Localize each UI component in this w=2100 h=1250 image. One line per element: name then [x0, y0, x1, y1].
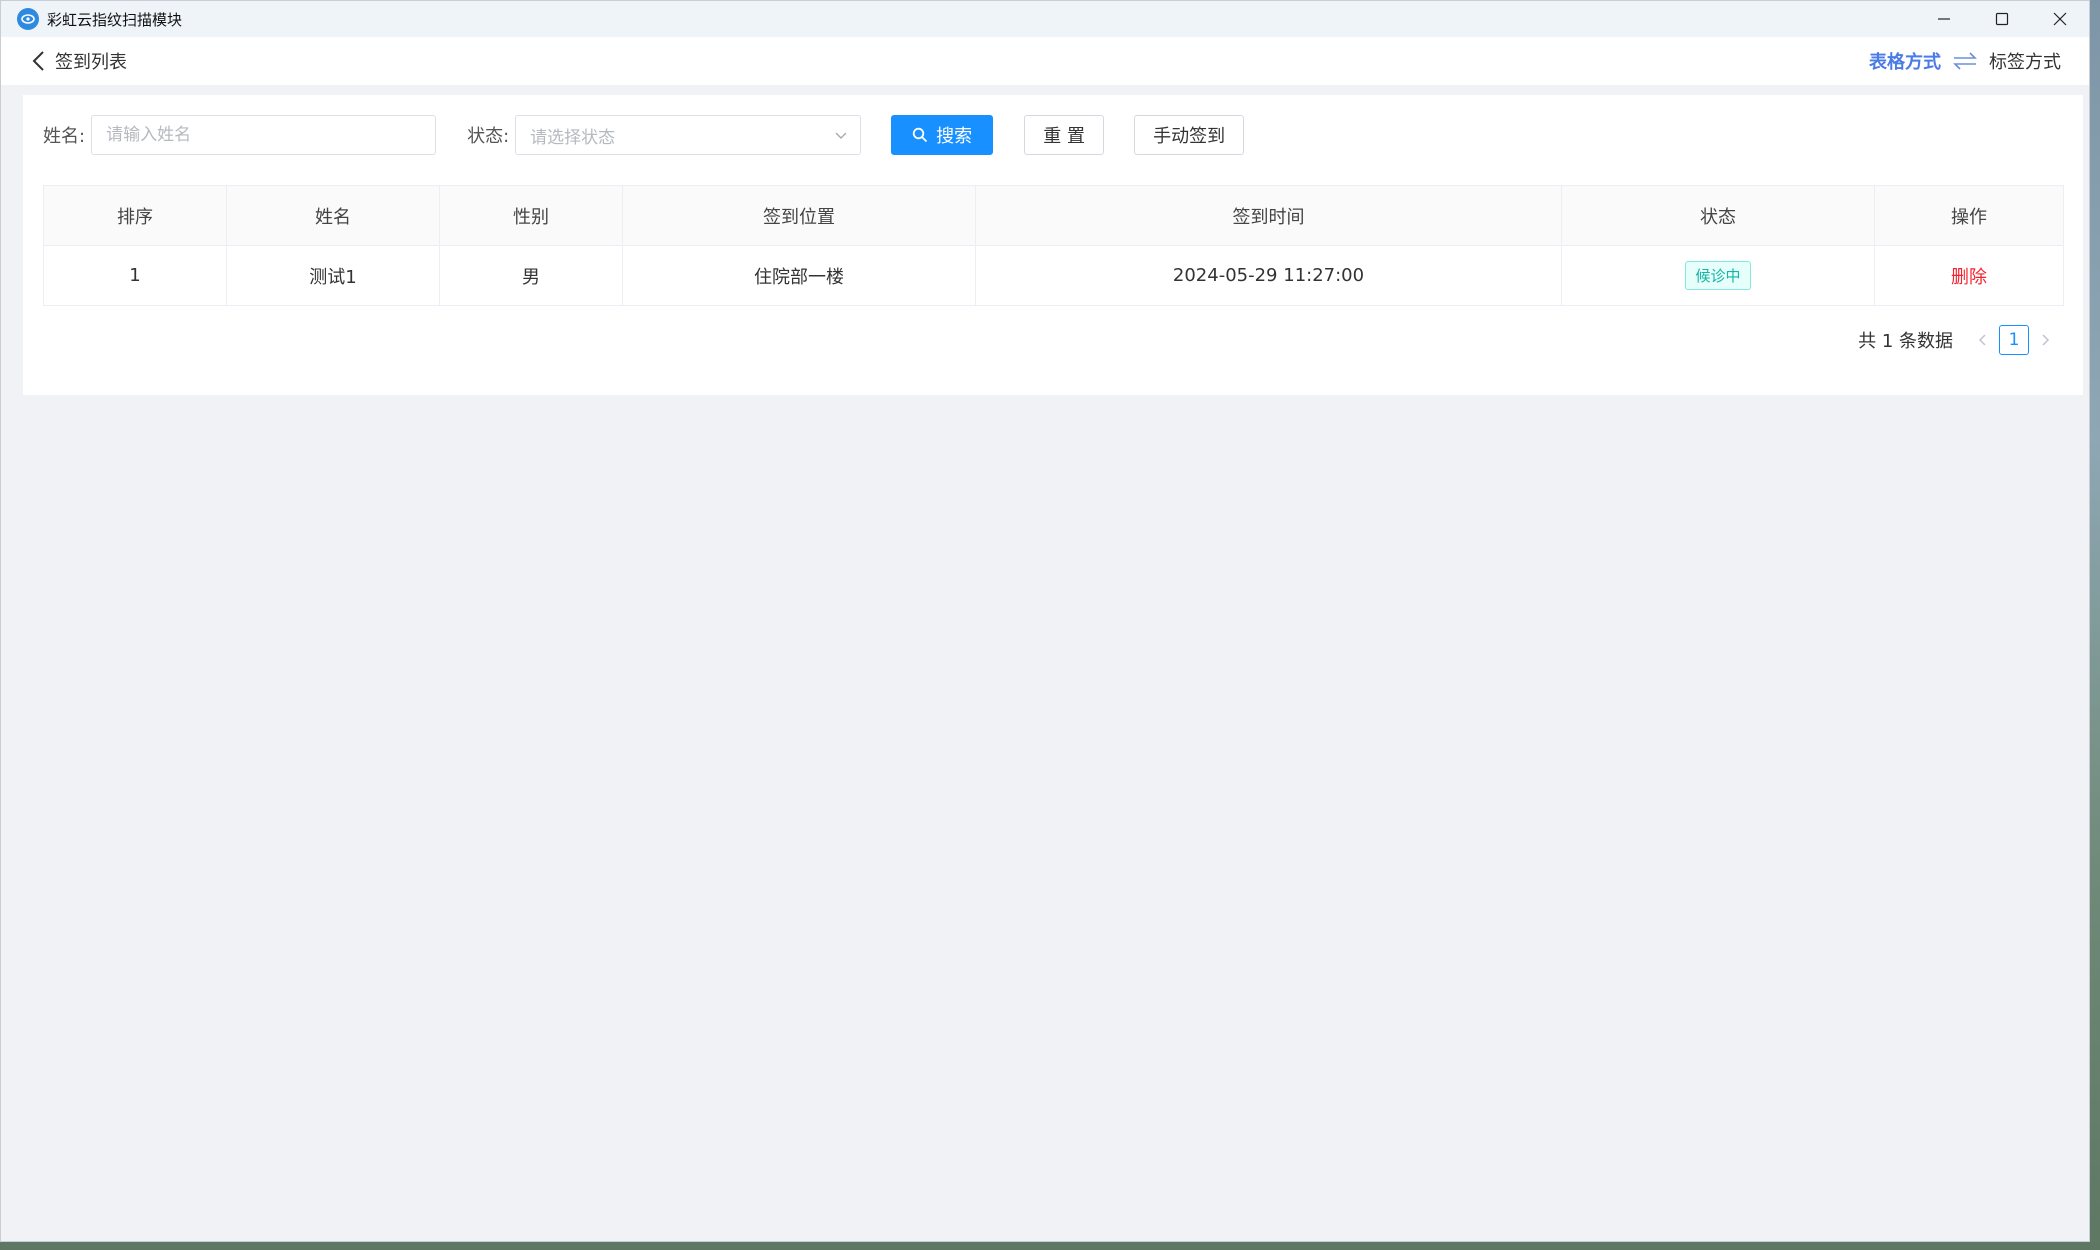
column-header-action: 操作: [1874, 185, 2064, 246]
prev-page-button[interactable]: [1971, 333, 1993, 347]
swap-arrows-icon[interactable]: [1953, 52, 1977, 70]
column-header-time: 签到时间: [975, 185, 1562, 246]
window-controls: [1915, 1, 2089, 37]
delete-link[interactable]: 删除: [1951, 267, 1987, 288]
chevron-left-icon: [1978, 334, 1986, 346]
close-button[interactable]: [2031, 1, 2089, 37]
table-header-row: 排序 姓名 性别 签到位置 签到时间 状态 操作: [43, 185, 2064, 246]
total-count: 共 1 条数据: [1858, 331, 1953, 352]
name-label: 姓名:: [43, 126, 86, 147]
cell-status: 候诊中: [1561, 245, 1875, 306]
search-bar: 姓名: 状态: 请选择状态 搜索 重 置 手动签到: [43, 115, 1245, 155]
view-table-tab[interactable]: 表格方式: [1869, 48, 1941, 74]
status-badge: 候诊中: [1685, 261, 1751, 290]
pagination: 共 1 条数据 1: [1858, 325, 2057, 355]
page-header: 签到列表 表格方式 标签方式: [1, 37, 2089, 85]
minimize-icon: [1938, 18, 1950, 20]
maximize-icon: [1995, 12, 2009, 26]
table-row: 1 测试1 男 住院部一楼 2024-05-29 11:27:00 候诊中 删除: [43, 245, 2064, 306]
status-select-placeholder: 请选择状态: [530, 127, 616, 148]
cell-gender: 男: [439, 245, 623, 306]
next-page-button[interactable]: [2035, 333, 2057, 347]
manual-checkin-button-label: 手动签到: [1153, 126, 1226, 147]
app-window: 彩虹云指纹扫描模块 签到列表 表格方式 标签方式 姓名: 请输入姓名 状态: 请…: [0, 0, 2090, 1242]
column-header-index: 排序: [43, 185, 227, 246]
search-button[interactable]: 搜索: [891, 115, 994, 155]
cell-time: 2024-05-29 11:27:00: [975, 245, 1562, 306]
app-logo-icon: [17, 8, 39, 30]
close-icon: [2053, 12, 2067, 26]
name-input[interactable]: [91, 115, 437, 155]
window-title: 彩虹云指纹扫描模块: [47, 10, 183, 29]
reset-button[interactable]: 重 置: [1024, 115, 1105, 155]
column-header-location: 签到位置: [622, 185, 976, 246]
chevron-left-icon: [32, 51, 44, 71]
chevron-down-icon: [834, 128, 848, 148]
manual-checkin-button[interactable]: 手动签到: [1134, 115, 1245, 155]
cell-action: 删除: [1874, 245, 2064, 306]
page-number-current[interactable]: 1: [1999, 325, 2029, 355]
column-header-name: 姓名: [226, 185, 440, 246]
status-select[interactable]: 请选择状态: [515, 115, 862, 155]
column-header-status: 状态: [1561, 185, 1875, 246]
title-bar: 彩虹云指纹扫描模块: [1, 1, 2089, 37]
back-button[interactable]: [31, 47, 51, 75]
maximize-button[interactable]: [1973, 1, 2031, 37]
chevron-right-icon: [2042, 334, 2050, 346]
search-icon: [912, 127, 928, 143]
minimize-button[interactable]: [1915, 1, 1973, 37]
view-switch: 表格方式 标签方式: [1869, 37, 2061, 85]
cell-index: 1: [43, 245, 227, 306]
page-title[interactable]: 签到列表: [55, 48, 127, 74]
cell-location: 住院部一楼: [622, 245, 976, 306]
status-label: 状态:: [467, 126, 510, 147]
checkin-table: 排序 姓名 性别 签到位置 签到时间 状态 操作 1 测试1 男 住院部一楼 2…: [43, 185, 2064, 306]
column-header-gender: 性别: [439, 185, 623, 246]
reset-button-label: 重 置: [1043, 126, 1086, 147]
view-tag-tab[interactable]: 标签方式: [1989, 48, 2061, 74]
search-button-label: 搜索: [936, 126, 973, 147]
cell-name: 测试1: [226, 245, 440, 306]
content-card: 姓名: 状态: 请选择状态 搜索 重 置 手动签到: [23, 95, 2083, 395]
